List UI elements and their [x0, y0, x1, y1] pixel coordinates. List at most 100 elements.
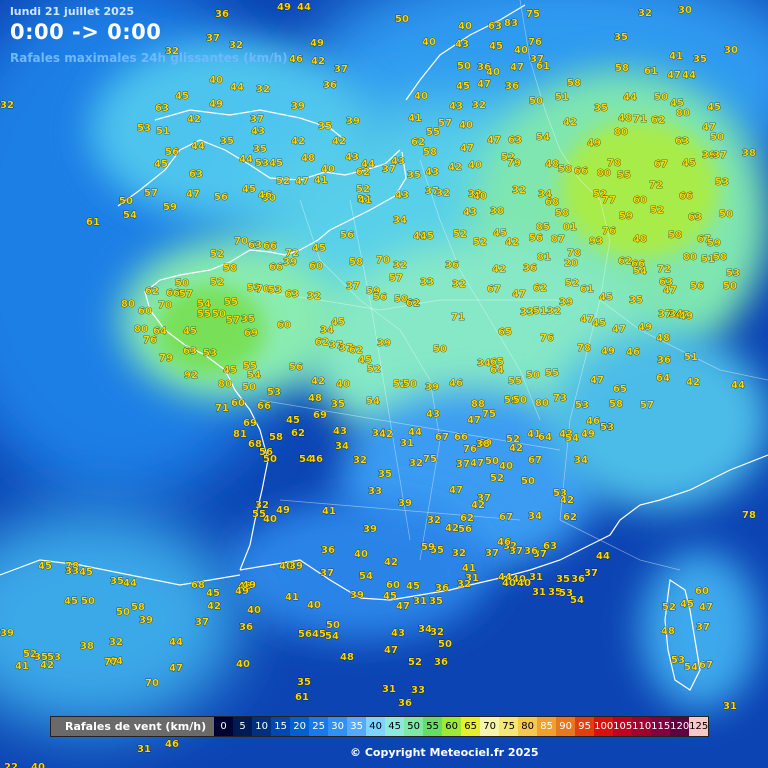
station-value: 80	[535, 398, 549, 409]
station-value: 45	[383, 591, 397, 602]
station-value: 49	[310, 38, 324, 49]
station-value: 40	[422, 37, 436, 48]
station-value: 78	[742, 510, 756, 521]
station-value: 40	[468, 160, 482, 171]
legend-chip-65: 65	[461, 717, 481, 736]
station-value: 70	[376, 255, 390, 266]
station-value: 67	[435, 432, 449, 443]
station-value: 37	[696, 622, 710, 633]
station-value: 47	[612, 324, 626, 335]
station-value: 56	[340, 230, 354, 241]
station-value: 50	[119, 196, 133, 207]
station-value: 43	[345, 152, 359, 163]
station-value: 42	[187, 114, 201, 125]
station-value: 40	[458, 21, 472, 32]
station-value: 75	[423, 454, 437, 465]
station-value: 52	[490, 473, 504, 484]
station-value: 52	[276, 176, 290, 187]
station-value: 76	[463, 444, 477, 455]
station-value: 55	[197, 309, 211, 320]
legend-chip-90: 90	[556, 717, 576, 736]
station-value: 40	[502, 578, 516, 589]
station-value: 34	[528, 511, 542, 522]
station-value: 50	[710, 132, 724, 143]
station-value: 42	[509, 443, 523, 454]
station-value: 80	[134, 324, 148, 335]
station-value: 47	[169, 663, 183, 674]
station-value: 43	[455, 39, 469, 50]
station-value: 44	[123, 578, 137, 589]
station-value: 51	[533, 306, 547, 317]
station-value: 41	[322, 506, 336, 517]
station-value: 37	[334, 64, 348, 75]
station-value: 34	[335, 441, 349, 452]
forecast-date: lundi 21 juillet 2025	[10, 5, 135, 18]
station-value: 62	[356, 167, 370, 178]
station-value: 79	[507, 158, 521, 169]
station-value: 42	[291, 136, 305, 147]
station-value: 62	[651, 115, 665, 126]
legend-chip-55: 55	[423, 717, 443, 736]
station-value: 39	[291, 101, 305, 112]
station-value: 44	[191, 141, 205, 152]
station-value: 32	[452, 279, 466, 290]
station-value: 65	[498, 327, 512, 338]
station-value: 42	[448, 162, 462, 173]
station-value: 62	[460, 513, 474, 524]
station-value: 47	[449, 485, 463, 496]
station-value: 58	[609, 399, 623, 410]
station-value: 32	[472, 100, 486, 111]
station-value: 58	[558, 164, 572, 175]
station-value: 33	[520, 307, 534, 318]
station-value: 39	[350, 590, 364, 601]
station-value: 42	[379, 429, 393, 440]
station-value: 41	[285, 592, 299, 603]
station-value: 35	[220, 136, 234, 147]
station-value: 51	[156, 126, 170, 137]
station-value: 47	[396, 601, 410, 612]
station-value: 61	[295, 692, 309, 703]
station-value: 54	[633, 266, 647, 277]
map-subtitle: Rafales maximales 24h glissantes (km/h)	[10, 51, 288, 65]
station-value: 59	[163, 202, 177, 213]
station-value: 42	[384, 557, 398, 568]
gust-color-field	[0, 0, 768, 730]
legend-chip-70: 70	[480, 717, 500, 736]
station-value: 87	[551, 234, 565, 245]
station-value: 31	[400, 438, 414, 449]
station-value: 35	[614, 32, 628, 43]
color-legend: Rafales de vent (km/h) 0 5 10 15 20 25 30 35 40 4…	[50, 716, 710, 737]
station-value: 42	[40, 660, 54, 671]
station-value: 45	[406, 581, 420, 592]
station-value: 50	[116, 607, 130, 618]
station-value: 40	[499, 461, 513, 472]
station-value: 48	[661, 626, 675, 637]
legend-chip-45: 45	[385, 717, 405, 736]
station-value: 49	[235, 586, 249, 597]
station-value: 39	[0, 628, 14, 639]
station-value: 35	[110, 576, 124, 587]
station-value: 34	[574, 455, 588, 466]
station-value: 62	[618, 256, 632, 267]
station-value: 39	[139, 615, 153, 626]
station-value: 75	[482, 409, 496, 420]
station-value: 42	[560, 495, 574, 506]
station-value: 63	[508, 135, 522, 146]
station-value: 49	[581, 429, 595, 440]
station-value: 61	[580, 284, 594, 295]
station-value: 76	[528, 37, 542, 48]
station-value: 50	[242, 382, 256, 393]
station-value: 32	[393, 260, 407, 271]
station-value: 61	[86, 217, 100, 228]
station-value: 63	[688, 212, 702, 223]
station-value: 40	[414, 91, 428, 102]
station-value: 36	[215, 9, 229, 20]
station-value: 51	[684, 352, 698, 363]
station-value: 62	[563, 512, 577, 523]
station-value: 45	[206, 588, 220, 599]
station-value: 01	[563, 222, 577, 233]
legend-chip-80: 80	[518, 717, 538, 736]
station-value: 49	[601, 346, 615, 357]
station-value: 50	[457, 61, 471, 72]
station-value: 75	[526, 9, 540, 20]
